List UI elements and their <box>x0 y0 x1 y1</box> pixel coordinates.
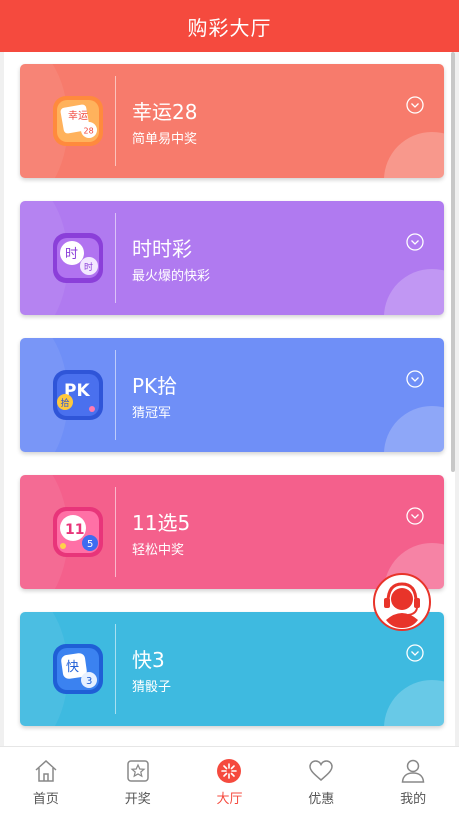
chevron-down-icon[interactable] <box>406 96 424 114</box>
tab-label: 首页 <box>32 792 59 807</box>
ssc-icon: 时 时 <box>52 232 104 284</box>
game-name: 11选5 <box>132 511 191 535</box>
pk10-icon: PK 拾 <box>52 369 104 421</box>
game-subtitle: 猜冠军 <box>132 406 172 421</box>
svg-text:快: 快 <box>66 660 79 675</box>
svg-text:28: 28 <box>84 127 94 136</box>
tab-label: 我的 <box>400 792 427 807</box>
lucky28-icon: 幸运 28 <box>52 95 104 147</box>
tab-label: 大厅 <box>216 792 243 807</box>
svg-text:3: 3 <box>86 676 92 687</box>
tab-promotions[interactable]: 优惠 <box>275 747 367 816</box>
game-card-pk10[interactable]: PK 拾 PK拾 猜冠军 <box>20 338 444 452</box>
game-name: PK拾 <box>132 374 178 398</box>
game-subtitle: 最火爆的快彩 <box>132 269 211 284</box>
svg-text:5: 5 <box>87 539 93 550</box>
star-icon <box>126 760 149 782</box>
k3-icon: 快 3 <box>52 643 104 695</box>
user-icon <box>401 759 425 783</box>
game-card-ssc[interactable]: 时 时 时时彩 最火爆的快彩 <box>20 201 444 315</box>
game-list[interactable]: 幸运 28 幸运28 简单易中奖 时 时 时时彩 最火爆的快彩 PK 拾 PK拾… <box>4 52 455 746</box>
customer-service-icon <box>373 573 431 631</box>
bottom-tab-bar: 首页 开奖 大厅 优惠 我的 <box>0 746 459 816</box>
game-subtitle: 猜骰子 <box>132 680 172 695</box>
tab-label: 开奖 <box>124 792 151 807</box>
game-name: 幸运28 <box>132 100 198 124</box>
chevron-down-icon[interactable] <box>406 644 424 662</box>
tab-label: 优惠 <box>308 792 335 807</box>
page-title: 购彩大厅 <box>187 15 272 40</box>
customer-service-button[interactable] <box>372 572 432 632</box>
heart-icon <box>309 760 334 781</box>
game-name: 时时彩 <box>132 237 192 261</box>
tab-results[interactable]: 开奖 <box>92 747 184 816</box>
chevron-down-icon[interactable] <box>406 370 424 388</box>
hall-icon <box>217 759 242 783</box>
home-icon <box>35 759 57 782</box>
game-subtitle: 轻松中奖 <box>132 543 185 558</box>
svg-text:时: 时 <box>84 261 93 273</box>
scrollbar[interactable] <box>451 52 455 472</box>
11x5-icon: 11 5 <box>52 506 104 558</box>
game-card-lucky28[interactable]: 幸运 28 幸运28 简单易中奖 <box>20 64 444 178</box>
game-name: 快3 <box>132 648 165 672</box>
chevron-down-icon[interactable] <box>406 507 424 525</box>
tab-hall[interactable]: 大厅 <box>184 747 276 816</box>
tab-profile[interactable]: 我的 <box>367 747 459 816</box>
svg-text:幸运: 幸运 <box>68 110 88 122</box>
header-bar: 购彩大厅 <box>0 0 459 52</box>
svg-text:时: 时 <box>65 247 78 262</box>
svg-text:11: 11 <box>65 522 84 538</box>
svg-text:拾: 拾 <box>61 397 70 409</box>
game-subtitle: 简单易中奖 <box>132 132 198 147</box>
chevron-down-icon[interactable] <box>406 233 424 251</box>
tab-home[interactable]: 首页 <box>0 747 92 816</box>
